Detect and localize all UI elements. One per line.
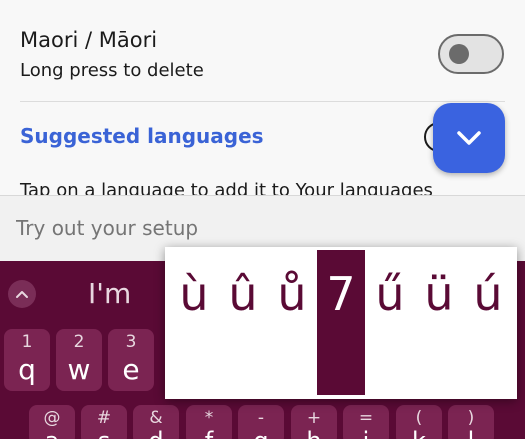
key-l[interactable]: ) l xyxy=(448,405,494,439)
scroll-down-button[interactable] xyxy=(433,103,505,173)
accent-option[interactable]: ü xyxy=(415,267,463,321)
chevron-down-icon xyxy=(457,131,481,145)
key-j[interactable]: = j xyxy=(343,405,389,439)
key-letter: q xyxy=(18,353,36,386)
key-s[interactable]: # s xyxy=(81,405,127,439)
suggested-languages-hint: Tap on a language to add it to Your lang… xyxy=(20,180,433,195)
key-number: 2 xyxy=(73,332,85,352)
key-symbol: * xyxy=(204,408,214,428)
key-symbol: # xyxy=(96,408,112,428)
language-toggle[interactable] xyxy=(438,34,504,74)
key-symbol: ) xyxy=(467,408,475,428)
key-f[interactable]: * f xyxy=(186,405,232,439)
key-symbol: = xyxy=(358,408,374,428)
key-letter: d xyxy=(133,427,179,439)
key-letter: j xyxy=(343,427,389,439)
accent-option[interactable]: ů xyxy=(268,267,316,321)
key-g[interactable]: - g xyxy=(238,405,284,439)
accent-option[interactable]: ù xyxy=(170,267,218,321)
chevron-up-icon xyxy=(16,291,28,298)
key-symbol: & xyxy=(149,408,163,428)
key-number: 3 xyxy=(125,332,137,352)
key-letter: k xyxy=(396,427,442,439)
try-out-input[interactable] xyxy=(16,216,316,240)
accent-option[interactable]: ű xyxy=(366,267,414,321)
key-k[interactable]: ( k xyxy=(396,405,442,439)
accent-option[interactable]: ú xyxy=(464,267,512,321)
key-e[interactable]: 3 e xyxy=(108,329,154,391)
key-a[interactable]: @ a xyxy=(29,405,75,439)
language-subtitle: Long press to delete xyxy=(20,60,204,81)
key-symbol: + xyxy=(306,408,322,428)
key-letter: h xyxy=(291,427,337,439)
accent-popup: ù û ů 7 ű ü ú xyxy=(165,247,517,399)
language-name: Maori / Māori xyxy=(20,28,158,52)
key-number: 1 xyxy=(21,332,33,352)
divider xyxy=(20,101,505,102)
key-letter: f xyxy=(186,427,232,439)
key-symbol: @ xyxy=(43,408,61,428)
accent-option-selected[interactable]: 7 xyxy=(317,267,365,321)
key-letter: l xyxy=(448,427,494,439)
key-letter: a xyxy=(29,427,75,439)
key-letter: e xyxy=(122,353,140,386)
collapse-suggestions-button[interactable] xyxy=(8,280,36,308)
language-settings-list: Maori / Māori Long press to delete Sugge… xyxy=(0,0,525,195)
key-w[interactable]: 2 w xyxy=(56,329,102,391)
key-d[interactable]: & d xyxy=(133,405,179,439)
suggestion-word[interactable]: I'm xyxy=(88,277,131,310)
key-letter: g xyxy=(238,427,284,439)
key-letter: w xyxy=(67,353,91,386)
key-h[interactable]: + h xyxy=(291,405,337,439)
accent-option[interactable]: û xyxy=(219,267,267,321)
key-symbol: - xyxy=(257,408,265,428)
key-q[interactable]: 1 q xyxy=(4,329,50,391)
key-letter: s xyxy=(81,427,127,439)
suggested-languages-heading: Suggested languages xyxy=(20,124,264,148)
toggle-knob xyxy=(449,44,469,64)
key-symbol: ( xyxy=(415,408,423,428)
